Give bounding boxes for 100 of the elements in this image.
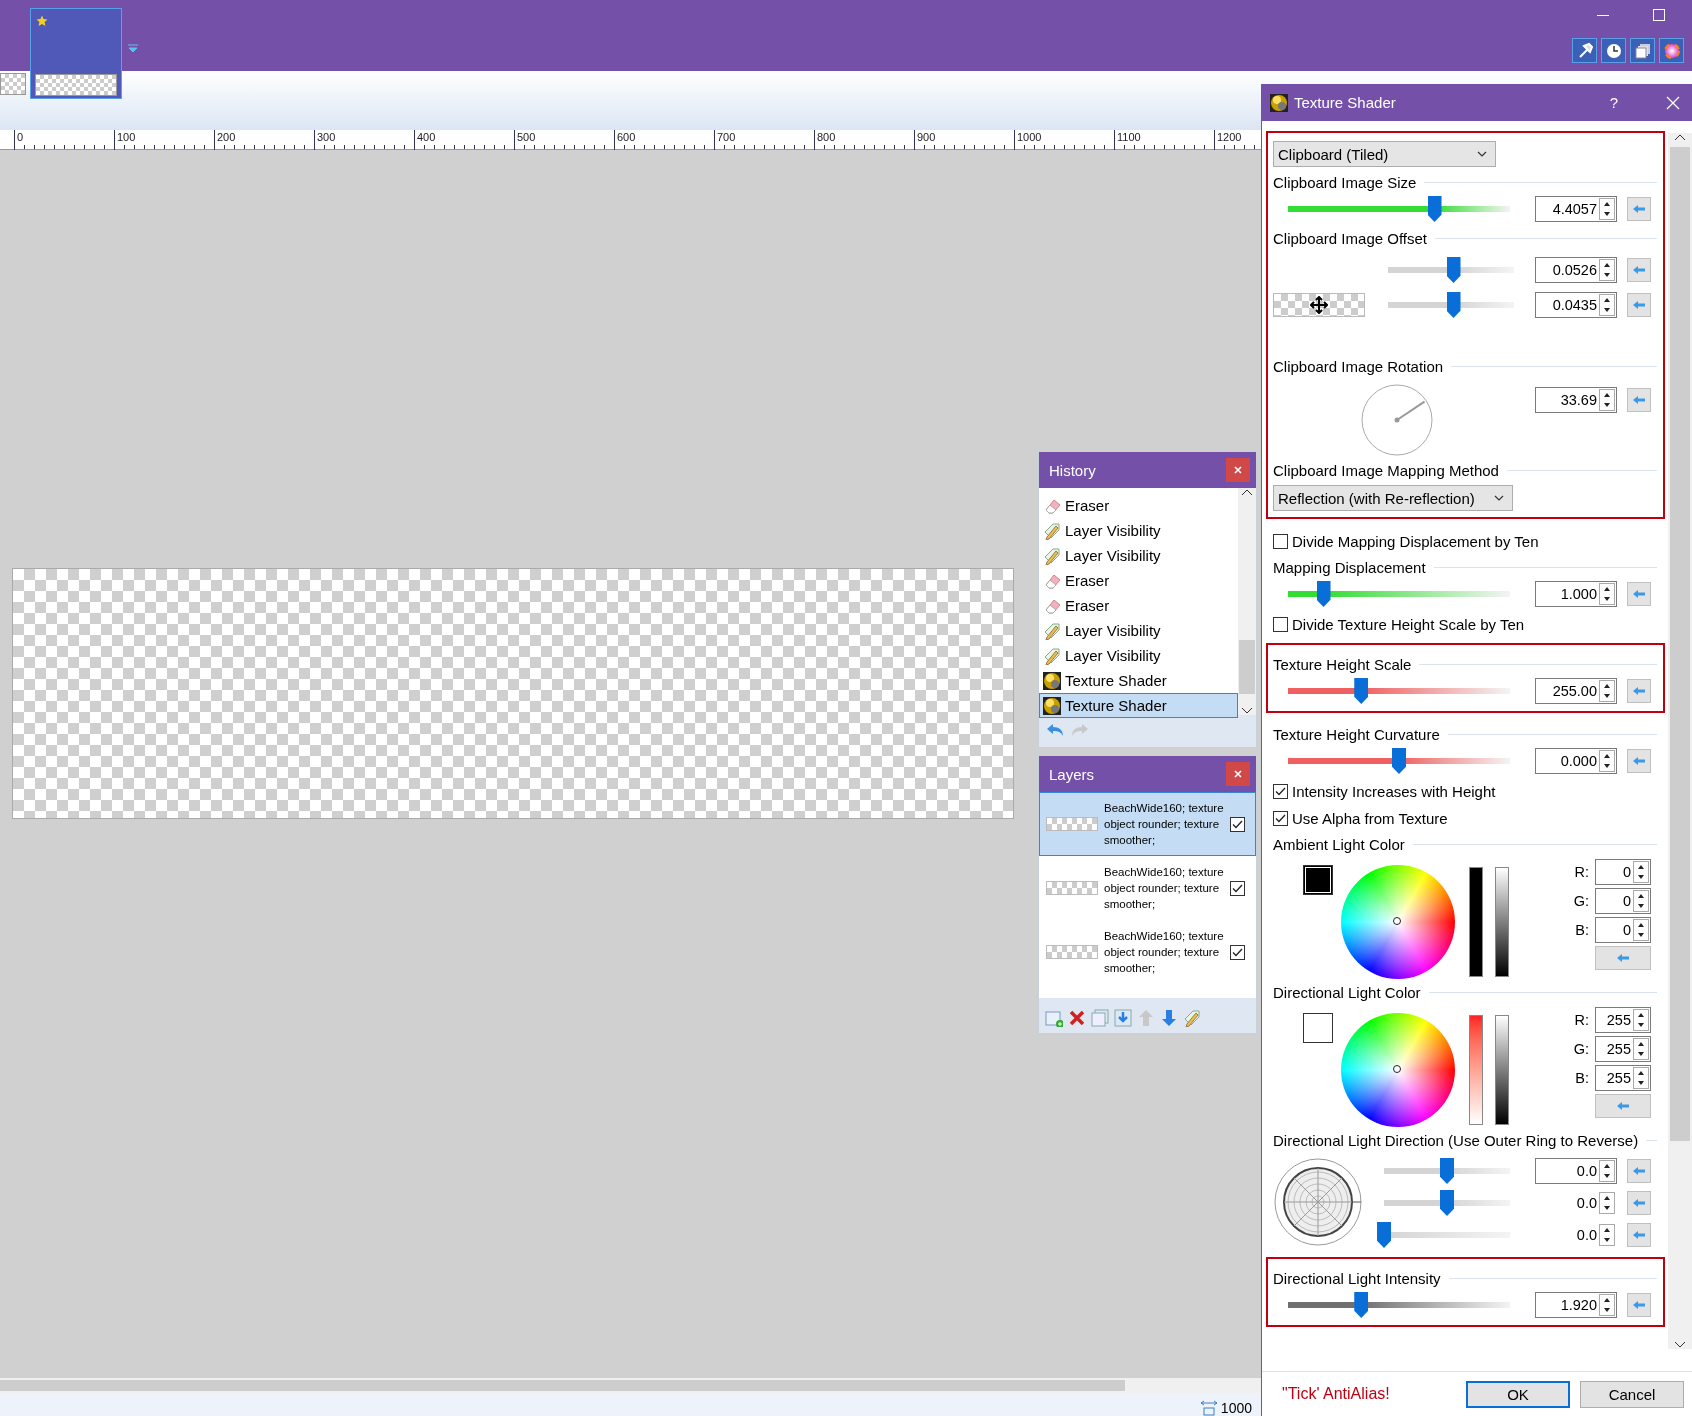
history-item[interactable]: Texture Shader [1039,693,1238,718]
help-button[interactable]: ? [1605,94,1622,111]
undo-icon[interactable] [1045,722,1065,738]
down-arrow-icon[interactable] [1160,1009,1178,1027]
dropdown[interactable]: Clipboard (Tiled) [1273,141,1496,167]
slider-thumb[interactable] [1440,1158,1454,1184]
spin-buttons[interactable] [1599,294,1615,316]
wheel-marker[interactable] [1393,917,1401,925]
history-item[interactable]: Layer Visibility [1039,543,1238,568]
number-field[interactable]: 0.0526 [1535,257,1617,283]
number-field[interactable]: 1.000 [1535,581,1617,607]
history-item[interactable]: Eraser [1039,568,1238,593]
slider-thumb[interactable] [1354,678,1369,704]
layer-item[interactable]: BeachWide160; texture object rounder; texture smoother; [1039,792,1256,856]
close-button[interactable] [1226,762,1250,786]
color-swatch[interactable] [1303,865,1333,895]
checkbox[interactable] [1273,783,1288,799]
visibility-checkbox[interactable] [1230,816,1245,832]
scrollbar-thumb[interactable] [1239,639,1255,694]
tool-button[interactable] [1601,38,1626,63]
delete-icon[interactable] [1068,1009,1086,1027]
spin-buttons[interactable] [1633,1038,1649,1060]
maximize-icon[interactable] [1652,8,1666,22]
dialog-button[interactable]: Cancel [1580,1380,1684,1408]
dropdown[interactable]: Reflection (with Re-reflection) [1273,485,1513,511]
history-item[interactable]: Layer Visibility [1039,518,1238,543]
history-item[interactable]: Texture Shader [1039,668,1238,693]
slider-track[interactable] [1288,1302,1510,1308]
wheel-marker[interactable] [1393,1065,1401,1073]
number-field[interactable]: 0 [1595,888,1651,914]
slider-thumb[interactable] [1377,1222,1391,1248]
spin-buttons[interactable] [1599,1192,1615,1214]
checkbox[interactable] [1273,533,1288,549]
number-field[interactable]: 0.000 [1535,748,1617,774]
dialog-button[interactable]: OK [1466,1380,1570,1408]
scrollbar[interactable] [1238,488,1256,715]
close-button[interactable] [1666,95,1680,110]
number-field[interactable]: 255 [1595,1036,1651,1062]
slider-track[interactable] [1288,758,1510,764]
number-field[interactable]: 1.920 [1535,1292,1617,1318]
number-field[interactable]: 33.69 [1535,387,1617,413]
spin-buttons[interactable] [1599,259,1615,281]
spin-buttons[interactable] [1633,1009,1649,1031]
number-field[interactable]: 255 [1595,1065,1651,1091]
layer-item[interactable]: BeachWide160; texture object rounder; texture smoother; [1039,856,1256,920]
spin-buttons[interactable] [1599,1294,1615,1316]
slider-thumb[interactable] [1316,581,1331,607]
pencil-tag-icon[interactable] [1183,1009,1201,1027]
slider-track[interactable] [1288,688,1510,694]
checkbox[interactable] [1273,616,1288,632]
spin-buttons[interactable] [1633,919,1649,941]
slider-track[interactable] [1288,591,1510,597]
spin-buttons[interactable] [1633,1067,1649,1089]
spin-buttons[interactable] [1599,389,1615,411]
number-field[interactable]: 255.00 [1535,678,1617,704]
spin-buttons[interactable] [1633,861,1649,883]
add-layer-icon[interactable] [1045,1009,1063,1027]
color-swatch[interactable] [1303,1013,1333,1043]
checkbox[interactable] [1273,810,1288,826]
spin-buttons[interactable] [1599,750,1615,772]
number-field[interactable]: 0.0 [1535,1190,1617,1216]
slider-thumb[interactable] [1440,1190,1454,1216]
spin-buttons[interactable] [1633,890,1649,912]
tool-button[interactable] [1572,38,1597,63]
brightness-bar[interactable] [1495,867,1509,977]
slider-track[interactable] [1288,206,1510,212]
scrollbar[interactable] [1668,133,1692,1349]
history-item[interactable]: Eraser [1039,493,1238,518]
number-field[interactable]: 0.0 [1535,1158,1617,1184]
slider-thumb[interactable] [1446,257,1461,283]
slider-thumb[interactable] [1446,292,1461,318]
history-item[interactable]: Layer Visibility [1039,618,1238,643]
close-button[interactable] [1226,458,1250,482]
spin-buttons[interactable] [1599,680,1615,702]
merge-down-icon[interactable] [1114,1009,1132,1027]
number-field[interactable]: 0.0 [1535,1222,1617,1248]
slider-thumb[interactable] [1354,1292,1369,1318]
scrollbar-thumb[interactable] [1670,147,1690,1141]
brightness-bar[interactable] [1495,1015,1509,1125]
number-field[interactable]: 0 [1595,917,1651,943]
visibility-checkbox[interactable] [1230,880,1245,896]
tool-button[interactable] [1659,38,1684,63]
hue-bar[interactable] [1469,867,1483,977]
number-field[interactable]: 0.0435 [1535,292,1617,318]
spin-buttons[interactable] [1599,198,1615,220]
history-item[interactable]: Eraser [1039,593,1238,618]
number-field[interactable]: 0 [1595,859,1651,885]
spin-buttons[interactable] [1599,1160,1615,1182]
hue-bar[interactable] [1469,1015,1483,1125]
slider-thumb[interactable] [1392,748,1406,774]
direction-dial[interactable] [1273,1157,1363,1247]
scrollbar-thumb[interactable] [0,1380,1125,1391]
visibility-checkbox[interactable] [1230,944,1245,960]
number-field[interactable]: 4.4057 [1535,196,1617,222]
tool-button[interactable] [1630,38,1655,63]
history-item[interactable]: Layer Visibility [1039,643,1238,668]
preview-thumbnail[interactable] [1273,293,1365,317]
spin-buttons[interactable] [1599,1224,1615,1246]
spin-buttons[interactable] [1599,583,1615,605]
dropdown-icon[interactable] [127,44,139,54]
